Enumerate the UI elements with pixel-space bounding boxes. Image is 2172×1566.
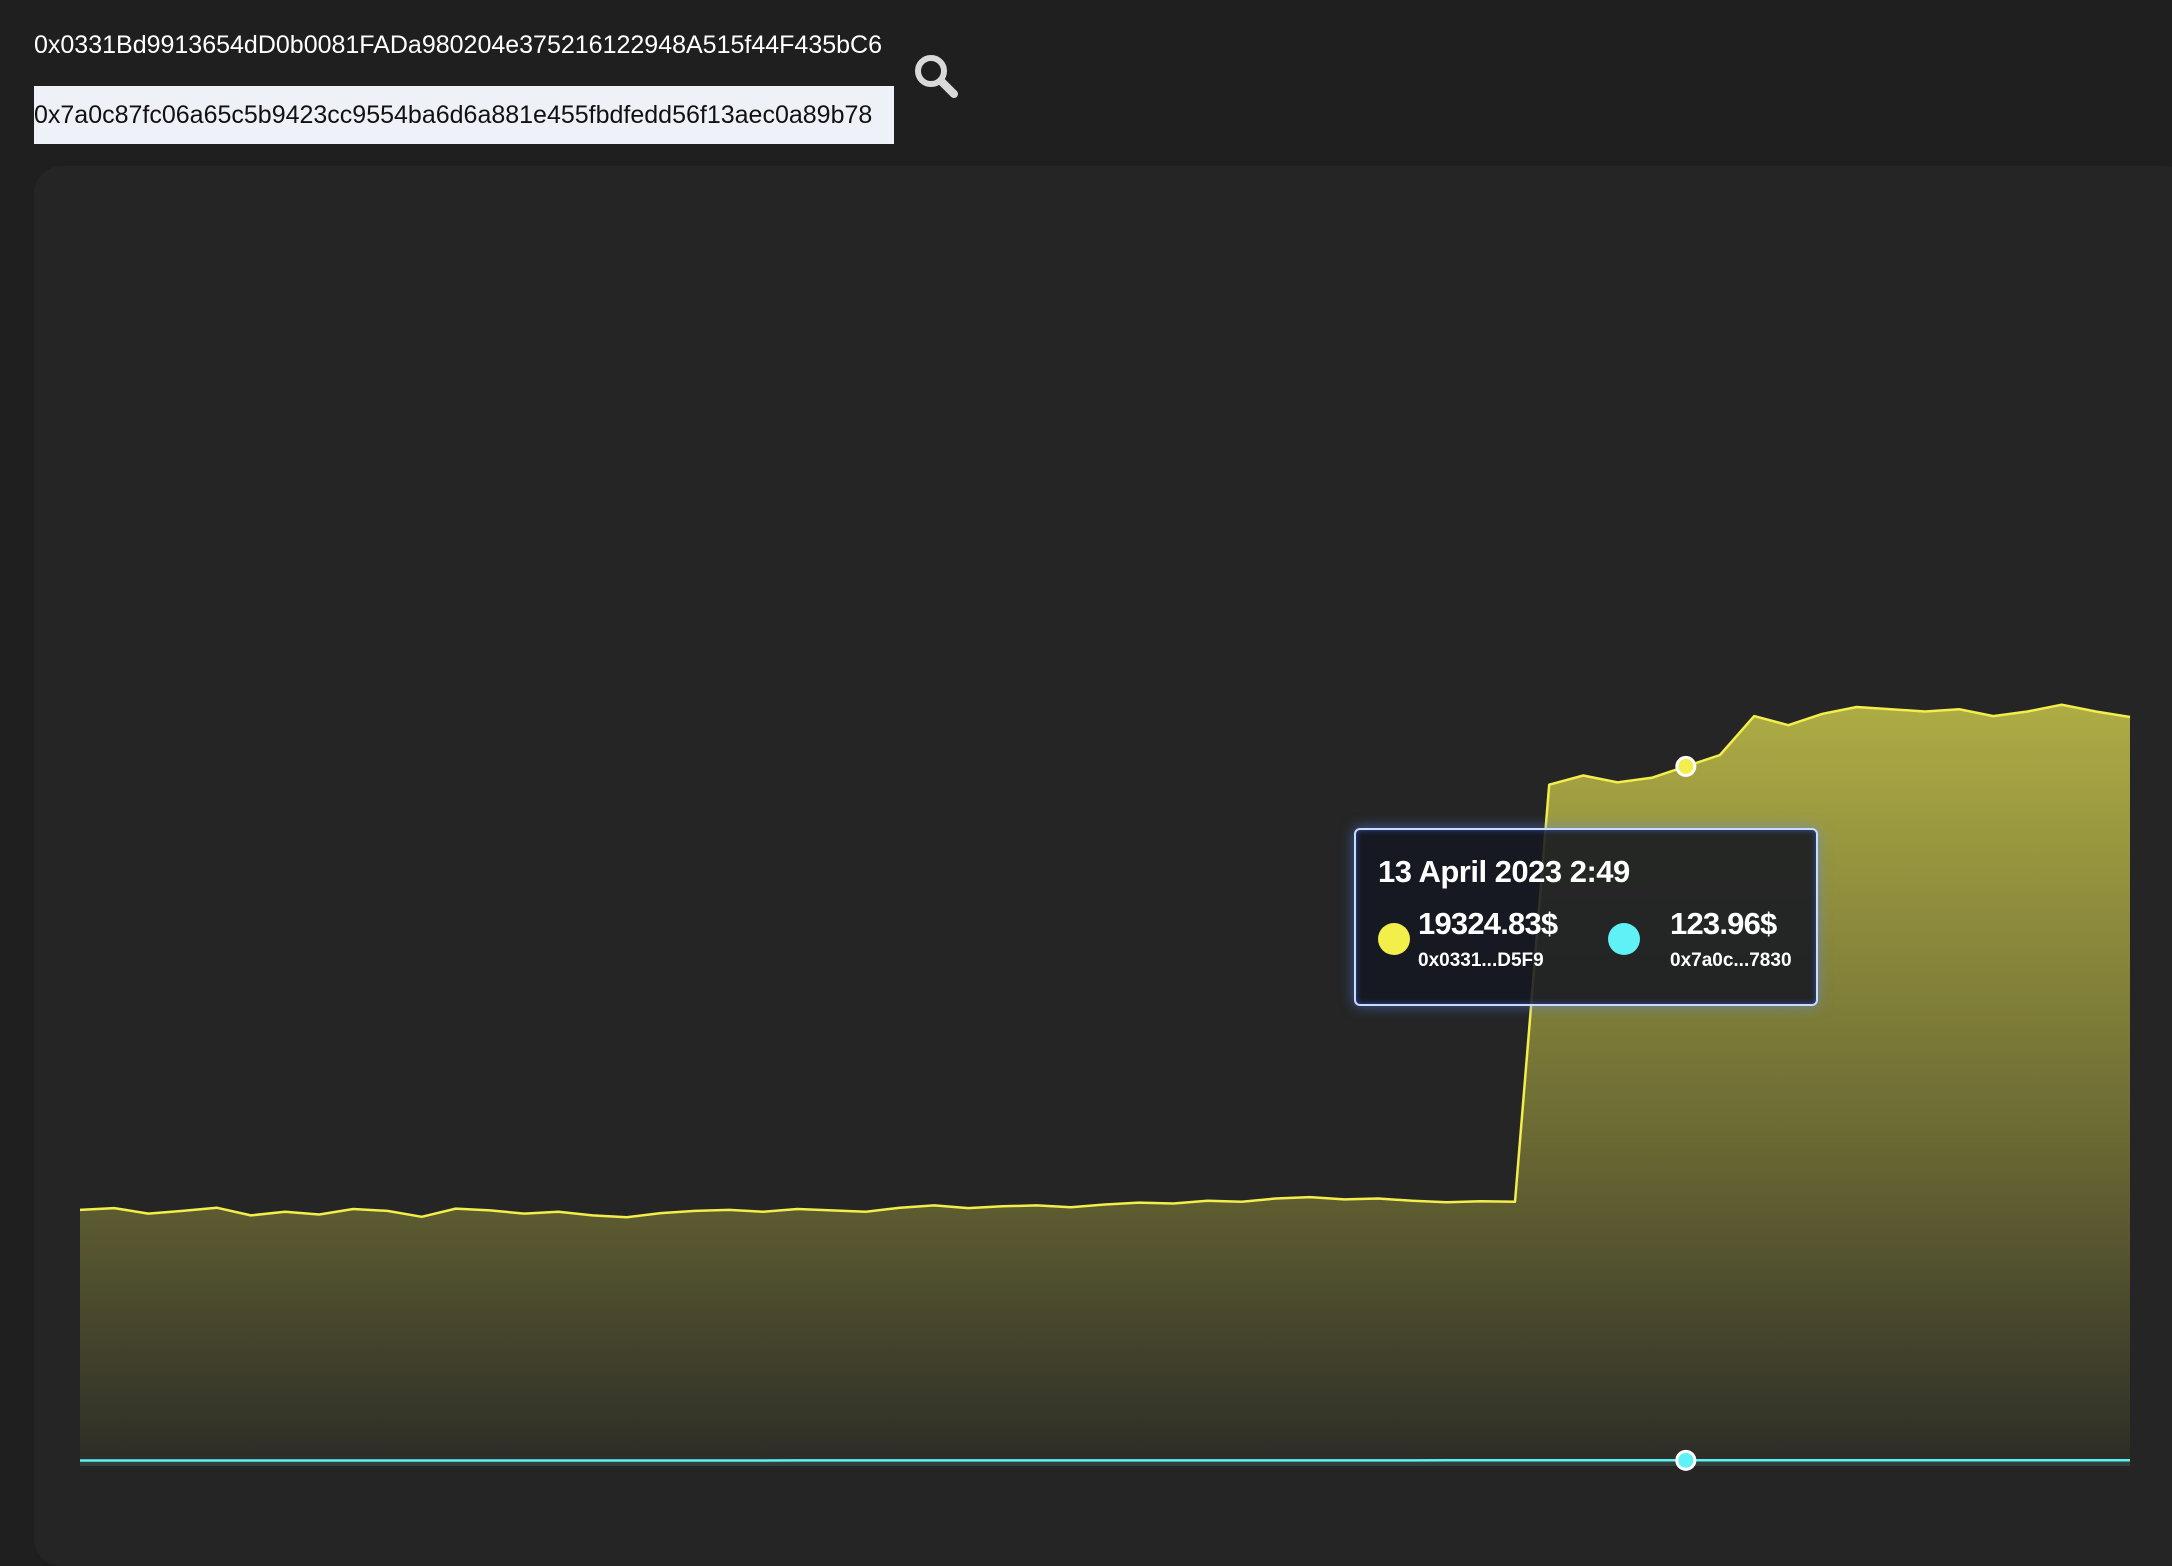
tooltip-series-2-address: 0x7a0c...7830 [1670,950,1792,972]
tooltip-series-2-value: 123.96$ [1670,906,1776,942]
series-2-hover-point [1677,1451,1695,1469]
series-1-area [80,705,2130,1466]
tooltip-series-1-address: 0x0331...D5F9 [1418,950,1544,972]
series-layer [80,705,2130,1466]
series-1-hover-point [1677,757,1695,775]
tooltip-date: 13 April 2023 2:49 [1378,854,1630,890]
tooltip-series-1-dot [1378,923,1410,955]
tooltip-series-1-value: 19324.83$ [1418,906,1557,942]
tooltip-series-2-dot [1608,923,1640,955]
chart-tooltip: 13 April 2023 2:49 19324.83$ 0x0331...D5… [1354,828,1818,1006]
area-chart[interactable] [0,0,2172,1514]
